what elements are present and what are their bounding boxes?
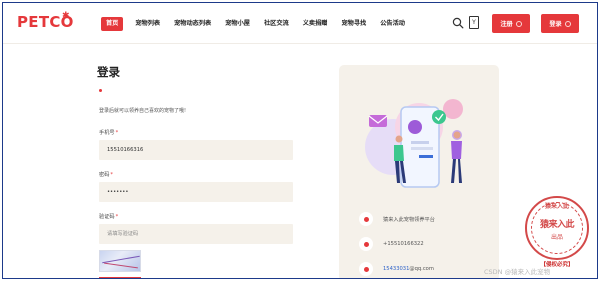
nav-item-pet-search[interactable]: 宠物寻找 <box>342 15 367 33</box>
search-icon[interactable] <box>452 17 464 29</box>
main-nav: 首页 宠物列表 宠物动态列表 宠物小屋 社区交流 义卖捐赠 宠物寻找 公告活动 <box>101 15 419 33</box>
copyright-stamp: 猿来入此 猿来入此 出品 <box>525 196 589 260</box>
contact-email-text[interactable]: 15433031@qq.com <box>383 266 434 272</box>
nav-item-pet-house[interactable]: 宠物小屋 <box>225 15 250 33</box>
phone-label: 手机号* <box>99 130 119 136</box>
phone-input[interactable]: 15510166316 <box>99 140 293 160</box>
contact-email: 15433031@qq.com <box>359 262 434 276</box>
csdn-watermark: CSDN @猿来入此宠物 <box>484 268 551 276</box>
header-divider <box>3 43 597 44</box>
location-pin-icon <box>359 212 373 226</box>
login-illustration <box>365 99 463 188</box>
nav-item-pet-list[interactable]: 宠物列表 <box>135 15 160 33</box>
contact-address-text: 猿来入此宠物领养平台 <box>383 216 435 223</box>
paw-icon <box>515 20 522 27</box>
nav-item-home[interactable]: 首页 <box>101 17 124 31</box>
contact-phone: +15510166322 <box>359 237 424 251</box>
register-button[interactable]: 注册 <box>492 14 530 33</box>
email-icon <box>359 262 373 276</box>
captcha-image[interactable] <box>99 250 141 272</box>
browser-frame: PETCO ✱ 首页 宠物列表 宠物动态列表 宠物小屋 社区交流 义卖捐赠 宠物… <box>2 2 598 279</box>
login-description: 登录后就可以领养自己喜欢的宠物了哦! <box>99 108 187 114</box>
page-title: 登录 <box>97 65 120 79</box>
site-header: PETCO ✱ 首页 宠物列表 宠物动态列表 宠物小屋 社区交流 义卖捐赠 宠物… <box>3 3 597 43</box>
phone-icon <box>359 237 373 251</box>
login-button-label: 登录 <box>549 21 562 28</box>
title-accent-dot <box>99 89 102 92</box>
nav-item-announcements[interactable]: 公告活动 <box>380 15 405 33</box>
password-input[interactable]: ••••••• <box>99 182 293 202</box>
password-label: 密码* <box>99 172 113 178</box>
paw-icon <box>564 20 571 27</box>
captcha-label: 验证码* <box>99 214 119 220</box>
logo-paw-icon: ✱ <box>62 11 70 21</box>
nav-item-community[interactable]: 社区交流 <box>264 15 289 33</box>
nav-item-pet-feed[interactable]: 宠物动态列表 <box>174 15 211 33</box>
submit-button[interactable] <box>99 277 141 278</box>
login-button[interactable]: 登录 <box>541 14 579 33</box>
cart-icon[interactable]: Y <box>469 16 479 29</box>
captcha-input[interactable]: 请填写验证码 <box>99 224 293 244</box>
contact-address: 猿来入此宠物领养平台 <box>359 212 435 226</box>
register-button-label: 注册 <box>500 21 513 28</box>
nav-item-charity-sale[interactable]: 义卖捐赠 <box>303 15 328 33</box>
contact-phone-text: +15510166322 <box>383 241 424 247</box>
